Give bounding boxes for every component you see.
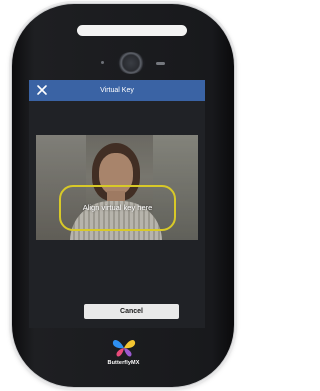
brand-name: ButterflyMX bbox=[107, 360, 140, 366]
cancel-button[interactable]: Cancel bbox=[84, 304, 179, 319]
butterfly-logo-icon bbox=[111, 337, 137, 359]
indicator-light bbox=[156, 62, 165, 65]
speaker-grille bbox=[77, 25, 187, 36]
virtual-key-screen: Virtual Key Align virtual key here Cance… bbox=[29, 80, 205, 328]
page-title: Virtual Key bbox=[100, 87, 134, 94]
camera-lens bbox=[117, 52, 145, 74]
butterfly-logo-glyph bbox=[112, 340, 136, 357]
title-bar: Virtual Key bbox=[29, 80, 205, 101]
align-instruction: Align virtual key here bbox=[82, 203, 153, 212]
sensor-dot bbox=[101, 61, 104, 64]
